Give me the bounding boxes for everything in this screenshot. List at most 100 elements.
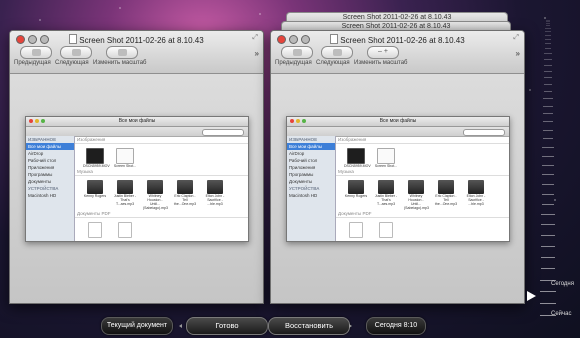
timeline-tick [544,58,552,60]
timeline-tick [545,27,551,29]
finder-content: Изображения DSCN5959.MOV Screen Shot... … [336,136,509,241]
previous-button[interactable] [20,46,52,59]
music-file-icon [147,180,163,194]
previous-button[interactable] [281,46,313,59]
document-icon [69,34,78,44]
timeline-tick [543,77,553,79]
right-caret-icon [349,324,352,328]
toolbar: – + Предыдущая Следующая Изменить масшта… [275,46,506,72]
zoom-label: Изменить масштаб [93,60,147,66]
screenshot-image: Все мои файлы ИЗБРАННОЕ Все мои файлы Ai… [25,116,249,242]
music-file-icon [378,180,394,194]
pdf-file-icon [379,222,393,238]
timeline-tick [543,98,553,100]
timeline-tick [541,213,555,215]
next-label: Следующая [316,60,350,66]
finder-content: Изображения DSCN5959.MOV Screen Shot... … [75,136,248,241]
video-file-icon [347,148,365,164]
music-file-icon [438,180,454,194]
previous-label: Предыдущая [275,60,312,66]
music-file-icon [348,180,364,194]
overflow-icon[interactable]: » [516,49,520,58]
timeline-tick [542,174,554,176]
window-titlebar: Screen Shot 2011-02-26 at 8.10.43 ⤢ Пред… [10,31,263,74]
music-file-icon [408,180,424,194]
timeline-today-label[interactable]: Сегодня [551,281,574,287]
music-file-icon [87,180,103,194]
timeline-tick [540,245,556,247]
document-canvas: Все мои файлы ИЗБРАННОЕ Все мои файлы Ai… [271,74,524,303]
document-icon [330,34,339,44]
timeline-tick [541,193,555,195]
timeline-tick [540,291,556,293]
bottom-bar: Текущий документ Готово Восстановить Сег… [0,312,580,338]
timeline-tick [541,224,555,226]
timeline-tick [544,48,552,50]
pdf-file-icon [118,222,132,238]
fullscreen-icon[interactable]: ⤢ [513,34,519,42]
left-caret-icon [179,324,182,328]
timeline-tick [545,24,551,26]
current-document-window[interactable]: Screen Shot 2011-02-26 at 8.10.43 ⤢ Пред… [9,30,264,304]
timeline-tick [544,53,552,55]
window-title: Screen Shot 2011-02-26 at 8.10.43 [271,34,524,45]
pdf-file-icon [349,222,363,238]
zoom-label: Изменить масштаб [354,60,408,66]
music-file-icon [177,180,193,194]
timeline-tick [542,129,554,131]
timeline-tick [544,70,552,72]
next-button[interactable] [321,46,353,59]
timeline-tick [544,38,552,40]
search-field [463,129,505,136]
previous-label: Предыдущая [14,60,51,66]
timeline-tick [543,83,553,85]
zoom-control[interactable]: – + [367,46,399,59]
pdf-file-icon [88,222,102,238]
timeline-tick [543,105,553,107]
timeline-selection-marker[interactable] [527,291,536,301]
zoom-control[interactable] [106,46,138,59]
window-titlebar: Screen Shot 2011-02-26 at 8.10.43 ⤢ – + … [271,31,524,74]
next-label: Следующая [55,60,89,66]
timeline-tick [544,64,552,66]
timeline-tick [545,31,551,33]
version-date-button[interactable]: Сегодня 8:10 [366,317,426,335]
image-file-icon [116,148,134,164]
finder-sidebar: ИЗБРАННОЕ Все мои файлы AirDrop Рабочий … [287,136,336,241]
image-file-icon [377,148,395,164]
restore-button[interactable]: Восстановить [268,317,350,335]
screenshot-image: Все мои файлы ИЗБРАННОЕ Все мои файлы Ai… [286,116,510,242]
timeline-tick [540,268,556,270]
timeline-tick [542,138,554,140]
timeline-tick [540,302,556,304]
next-button[interactable] [60,46,92,59]
timeline-tick [542,155,554,157]
timeline-tick [541,234,555,236]
timeline-tick [543,90,553,92]
search-field [202,129,244,136]
document-canvas: Все мои файлы ИЗБРАННОЕ Все мои файлы Ai… [10,74,263,303]
timeline-tick [543,113,553,115]
timeline-tick [545,22,551,24]
finder-titlebar: Все мои файлы [26,117,248,127]
timeline-tick [545,34,551,36]
music-file-icon [207,180,223,194]
finder-titlebar: Все мои файлы [287,117,509,127]
toolbar: Предыдущая Следующая Изменить масштаб [14,46,245,72]
current-document-button[interactable]: Текущий документ [101,317,173,335]
timeline-tick [540,256,556,258]
timeline-tick [542,164,554,166]
window-title: Screen Shot 2011-02-26 at 8.10.43 [10,34,263,45]
music-file-icon [117,180,133,194]
video-file-icon [86,148,104,164]
finder-sidebar: ИЗБРАННОЕ Все мои файлы AirDrop Рабочий … [26,136,75,241]
fullscreen-icon[interactable]: ⤢ [252,34,258,42]
version-window[interactable]: Screen Shot 2011-02-26 at 8.10.43 ⤢ – + … [270,30,525,304]
timeline-track[interactable] [528,20,568,320]
overflow-icon[interactable]: » [255,49,259,58]
timeline-tick [541,203,555,205]
timeline-tick [541,183,555,185]
done-button[interactable]: Готово [186,317,268,335]
timeline-tick [542,146,554,148]
timeline-tick [542,121,554,123]
